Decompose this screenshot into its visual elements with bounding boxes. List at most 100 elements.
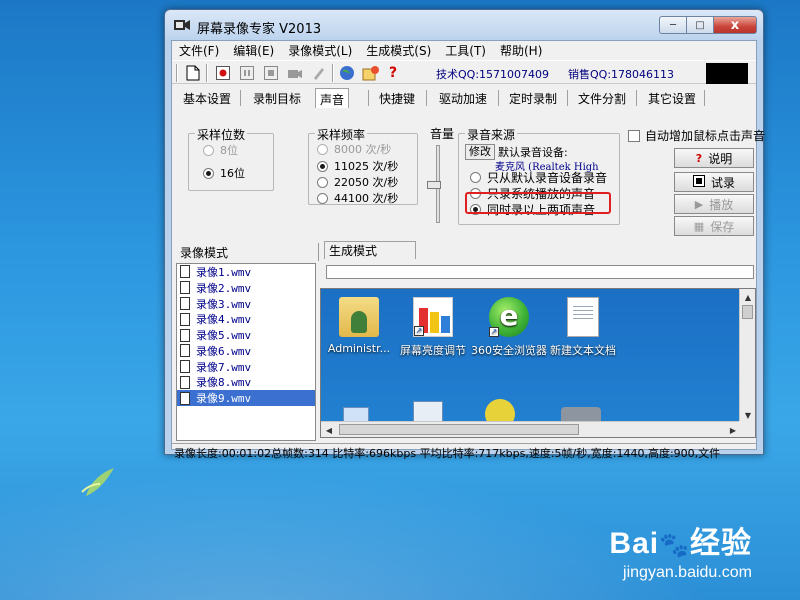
- tab-sound[interactable]: 声音: [315, 88, 350, 108]
- new-file-icon[interactable]: [184, 64, 202, 82]
- sample-rate-22050-radio[interactable]: 22050 次/秒: [317, 174, 398, 190]
- register-icon[interactable]: [362, 64, 380, 82]
- file-icon: [180, 375, 190, 389]
- list-item[interactable]: 录像3.wmv: [177, 296, 315, 312]
- preview-vertical-scrollbar[interactable]: ▲ ▼: [739, 289, 755, 423]
- volume-slider-thumb[interactable]: [427, 181, 441, 189]
- source-default-device-radio[interactable]: 只从默认录音设备录音: [470, 169, 607, 186]
- checkbox-label: 自动增加鼠标点击声音: [645, 129, 766, 143]
- stop-icon[interactable]: [262, 64, 280, 82]
- close-button[interactable]: x: [713, 16, 757, 34]
- desktop-icon[interactable]: ↗ 屏幕亮度调节: [393, 297, 473, 358]
- status-bar: 录像长度:00:01:02总帧数:314 比特率:696kbps 平均比特率:7…: [172, 443, 756, 459]
- mouse-click-sound-checkbox[interactable]: 自动增加鼠标点击声音: [628, 127, 765, 144]
- desktop-icon[interactable]: Administr...: [321, 297, 399, 355]
- pen-icon[interactable]: [310, 64, 328, 82]
- record-mode-label: 录像模式: [180, 246, 229, 260]
- menu-edit[interactable]: 编辑(E): [226, 41, 281, 59]
- volume-label: 音量: [430, 127, 455, 141]
- title-bar[interactable]: 屏幕录像专家 V2013 ─ □ x: [165, 10, 763, 40]
- menu-tools[interactable]: 工具(T): [438, 41, 493, 59]
- scroll-thumb[interactable]: [339, 424, 579, 435]
- radio-indicator: [317, 160, 328, 172]
- minimize-button[interactable]: ─: [659, 16, 686, 34]
- toolbar: ? 技术QQ:1571007409 销售QQ:178046113: [172, 60, 756, 84]
- radio-indicator: [470, 172, 481, 183]
- radio-label: 只从默认录音设备录音: [487, 171, 608, 185]
- tab-scheduled-record[interactable]: 定时录制: [505, 90, 561, 107]
- radio-label: 44100 次/秒: [334, 192, 399, 205]
- file-icon: [180, 391, 190, 405]
- browser-icon: ↗: [489, 297, 529, 337]
- list-item[interactable]: 录像7.wmv: [177, 359, 315, 375]
- video-preview[interactable]: Administr... ↗ 屏幕亮度调节 ↗ 360安全浏览器 新建文本文档 …: [320, 288, 756, 438]
- generate-mode-label[interactable]: 生成模式: [324, 241, 416, 259]
- scroll-left-icon[interactable]: ◀: [321, 422, 337, 437]
- menu-help[interactable]: 帮助(H): [493, 41, 549, 59]
- maximize-button[interactable]: □: [686, 16, 713, 34]
- file-icon: [180, 296, 190, 310]
- tab-file-split[interactable]: 文件分割: [574, 90, 630, 107]
- camera-icon[interactable]: [286, 64, 304, 82]
- toolbar-separator: [332, 64, 334, 82]
- menu-file[interactable]: 文件(F): [172, 41, 226, 59]
- pause-icon[interactable]: [238, 64, 256, 82]
- preview-progress-bar: [326, 265, 754, 279]
- sample-bits-8-radio[interactable]: 8位: [203, 142, 238, 158]
- menu-generate-mode[interactable]: 生成模式(S): [359, 41, 438, 59]
- client-area: 文件(F) 编辑(E) 录像模式(L) 生成模式(S) 工具(T) 帮助(H): [171, 40, 765, 459]
- test-record-button[interactable]: 试录: [674, 172, 754, 192]
- save-button[interactable]: ▦ 保存: [674, 216, 754, 236]
- list-item[interactable]: 录像1.wmv: [177, 264, 315, 280]
- sample-rate-8000-radio[interactable]: 8000 次/秒: [317, 141, 391, 157]
- tab-record-target[interactable]: 录制目标: [249, 90, 305, 107]
- file-icon: [180, 281, 190, 295]
- list-item[interactable]: 录像6.wmv: [177, 343, 315, 359]
- tab-separator: [368, 90, 369, 106]
- scroll-thumb[interactable]: [742, 305, 753, 319]
- tab-separator: [426, 90, 427, 106]
- play-button[interactable]: ▶ 播放: [674, 194, 754, 214]
- brightness-app-icon: ↗: [413, 297, 453, 337]
- list-item[interactable]: 录像4.wmv: [177, 311, 315, 327]
- save-label: 保存: [710, 219, 735, 234]
- preview-horizontal-scrollbar[interactable]: ◀ ▶: [321, 421, 741, 437]
- list-item[interactable]: 录像2.wmv: [177, 280, 315, 296]
- record-square-icon: [692, 174, 705, 190]
- radio-indicator: [203, 144, 214, 156]
- tab-separator: [240, 90, 241, 106]
- help-question-icon[interactable]: ?: [384, 64, 402, 82]
- sample-rate-11025-radio[interactable]: 11025 次/秒: [317, 158, 398, 174]
- file-icon: [180, 312, 190, 326]
- sample-rate-44100-radio[interactable]: 44100 次/秒: [317, 190, 398, 206]
- app-window: 屏幕录像专家 V2013 ─ □ x 文件(F) 编辑(E) 录像模式(L) 生…: [164, 9, 765, 459]
- menu-bar: 文件(F) 编辑(E) 录像模式(L) 生成模式(S) 工具(T) 帮助(H): [172, 41, 756, 59]
- tab-hotkeys[interactable]: 快捷键: [375, 90, 419, 107]
- text-document-icon: [567, 297, 599, 337]
- list-item-selected[interactable]: 录像9.wmv: [177, 390, 315, 407]
- list-item[interactable]: 录像8.wmv: [177, 375, 315, 391]
- scroll-up-icon[interactable]: ▲: [740, 289, 755, 305]
- desktop-icon[interactable]: 新建文本文档: [543, 297, 623, 358]
- radio-label: 11025 次/秒: [334, 160, 399, 173]
- radio-indicator: [317, 192, 328, 204]
- tab-separator: [704, 90, 705, 106]
- desktop-icon[interactable]: ↗ 360安全浏览器: [469, 297, 549, 358]
- sample-bits-16-radio[interactable]: 16位: [203, 165, 245, 181]
- globe-icon[interactable]: [338, 64, 356, 82]
- record-icon[interactable]: [214, 64, 232, 82]
- tab-separator: [498, 90, 499, 106]
- radio-indicator: [317, 176, 328, 188]
- test-record-label: 试录: [710, 175, 735, 190]
- radio-indicator: [203, 167, 214, 179]
- tab-basic-settings[interactable]: 基本设置: [179, 90, 235, 107]
- preview-thumbnail: [706, 63, 748, 84]
- list-item[interactable]: 录像5.wmv: [177, 327, 315, 343]
- menu-record-mode[interactable]: 录像模式(L): [281, 41, 359, 59]
- help-button[interactable]: ? 说明: [674, 148, 754, 168]
- app-icon: [174, 20, 190, 30]
- modify-device-button[interactable]: 修改: [465, 144, 495, 160]
- tab-other-settings[interactable]: 其它设置: [644, 90, 700, 107]
- tab-driver-accel[interactable]: 驱动加速: [435, 90, 491, 107]
- radio-label: 22050 次/秒: [334, 176, 399, 189]
